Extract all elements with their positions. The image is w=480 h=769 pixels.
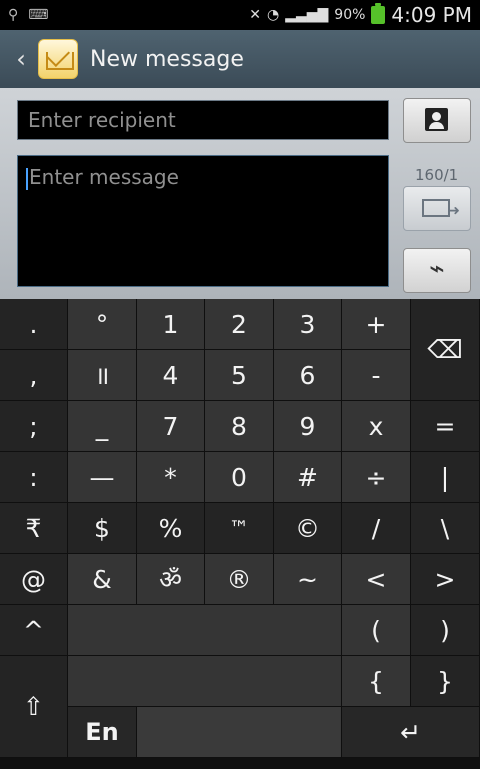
status-time: 4:09 PM [391, 3, 472, 27]
key[interactable]: ~ [274, 554, 342, 605]
status-left: ⚲ ⌨ [0, 7, 48, 23]
page-title: New message [90, 46, 244, 72]
key[interactable]: ( [342, 605, 411, 656]
keyboard-icon: ⌨ [28, 7, 49, 23]
key[interactable]: $ [68, 503, 137, 554]
compose-area: Enter recipient Enter message 160/1 ⌁ [0, 88, 480, 299]
key[interactable]: ® [205, 554, 274, 605]
key[interactable]: x [342, 401, 411, 452]
battery-icon [371, 3, 386, 24]
message-app-icon [38, 39, 78, 79]
contact-icon [425, 108, 448, 131]
send-icon [422, 199, 460, 219]
paperclip-icon: ⌁ [429, 254, 445, 284]
backspace-button[interactable]: ⌫ [411, 299, 480, 401]
key[interactable]: ₹ [0, 503, 68, 554]
empty-key-area[interactable] [68, 656, 342, 707]
key[interactable]: } [411, 656, 480, 707]
key[interactable]: 3 [274, 299, 342, 350]
key[interactable]: - [342, 350, 411, 401]
backspace-icon: ⌫ [427, 335, 463, 364]
keyboard: . ° 1 2 3 + ⌫ , ॥ 4 5 6 - ; _ 7 8 9 x = … [0, 299, 480, 769]
key[interactable]: ÷ [342, 452, 411, 503]
key[interactable]: 8 [205, 401, 274, 452]
key[interactable]: * [137, 452, 205, 503]
message-field[interactable]: Enter message [17, 155, 389, 287]
key[interactable]: < [342, 554, 411, 605]
contacts-button[interactable] [403, 98, 471, 143]
title-bar: ‹ New message [0, 30, 480, 88]
key[interactable]: { [342, 656, 411, 707]
wifi-icon: ◔ [266, 7, 280, 23]
key[interactable]: % [137, 503, 205, 554]
key[interactable]: ; [0, 401, 68, 452]
key[interactable]: 1 [137, 299, 205, 350]
recipient-field[interactable]: Enter recipient [17, 100, 389, 140]
key[interactable]: : [0, 452, 68, 503]
language-button[interactable]: En [68, 707, 137, 758]
key[interactable]: @ [0, 554, 68, 605]
key[interactable]: ॥ [68, 350, 137, 401]
key[interactable]: 6 [274, 350, 342, 401]
key[interactable]: ° [68, 299, 137, 350]
key[interactable]: / [342, 503, 411, 554]
key[interactable]: \ [411, 503, 480, 554]
character-counter: 160/1 [415, 166, 459, 184]
key[interactable]: # [274, 452, 342, 503]
key[interactable]: 2 [205, 299, 274, 350]
key[interactable]: ॐ [137, 554, 205, 605]
key[interactable]: © [274, 503, 342, 554]
key[interactable]: _ [68, 401, 137, 452]
key[interactable]: 9 [274, 401, 342, 452]
key[interactable]: 7 [137, 401, 205, 452]
key[interactable]: > [411, 554, 480, 605]
usb-icon: ⚲ [8, 7, 19, 23]
enter-icon: ↵ [400, 717, 421, 747]
battery-percentage: 90% [334, 7, 366, 23]
status-right: ✕ ◔ ▂▃▅▇ 90% 4:09 PM [249, 3, 480, 27]
mute-icon: ✕ [249, 7, 261, 23]
key[interactable]: — [68, 452, 137, 503]
key[interactable]: ^ [0, 605, 68, 656]
enter-button[interactable]: ↵ [342, 707, 480, 758]
back-icon[interactable]: ‹ [8, 45, 34, 73]
key[interactable]: . [0, 299, 68, 350]
empty-key-area[interactable] [68, 605, 342, 656]
key[interactable]: 5 [205, 350, 274, 401]
key[interactable]: ™ [205, 503, 274, 554]
shift-button[interactable]: ⇧ [0, 656, 68, 758]
key[interactable]: , [0, 350, 68, 401]
key[interactable]: 0 [205, 452, 274, 503]
key[interactable]: ) [411, 605, 480, 656]
message-placeholder: Enter message [29, 165, 179, 189]
text-cursor [26, 167, 28, 190]
status-bar: ⚲ ⌨ ✕ ◔ ▂▃▅▇ 90% 4:09 PM [0, 0, 480, 30]
key[interactable]: 4 [137, 350, 205, 401]
key[interactable]: & [68, 554, 137, 605]
key[interactable]: | [411, 452, 480, 503]
send-button[interactable] [403, 186, 471, 231]
space-bar[interactable] [137, 707, 342, 758]
key[interactable]: + [342, 299, 411, 350]
key[interactable]: = [411, 401, 480, 452]
shift-icon: ⇧ [23, 692, 44, 721]
signal-icon: ▂▃▅▇ [285, 7, 329, 23]
attach-button[interactable]: ⌁ [403, 248, 471, 293]
